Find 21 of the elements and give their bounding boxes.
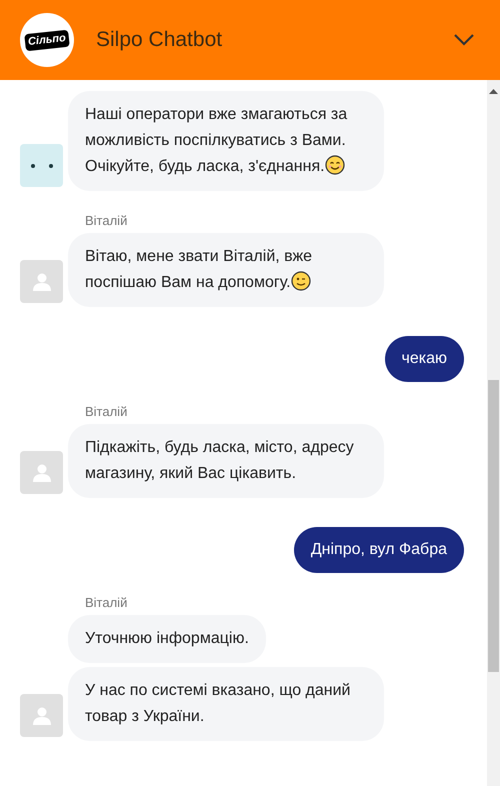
sent-message: чекаю [384,336,464,382]
window-title: Silpo Chatbot [96,27,222,54]
winking-face-icon [290,271,311,291]
received-message: Наші оператори вже змагаються за можливість поспілкуватись з Вами. Очікуйте, будь ласка, з'єднання. [68,91,384,191]
user-avatar [20,260,63,303]
smiling-face-icon [324,155,345,175]
bot-avatar [20,144,63,187]
collapse-chevron-icon[interactable] [454,34,474,46]
sender-name: Віталій [85,404,128,420]
sender-name: Віталій [85,595,128,611]
scroll-up-arrow-icon[interactable] [489,88,498,94]
sent-message: Дніпро, вул Фабра [294,527,464,573]
received-message: Вітаю, мене звати Віталій, вже поспішаю Вам на допомогу. [68,233,384,307]
received-message: Підкажіть, будь ласка, місто, адресу магазину, який Вас цікавить. [68,424,384,498]
user-avatar [20,694,63,737]
logo: Сільпо [20,13,74,67]
received-message: У нас по системі вказано, що даний товар з України. [68,667,384,741]
user-avatar [20,451,63,494]
received-message: Уточнюю інформацію. [68,615,266,663]
scrollbar[interactable] [487,80,500,786]
sender-name: Віталій [85,213,128,229]
